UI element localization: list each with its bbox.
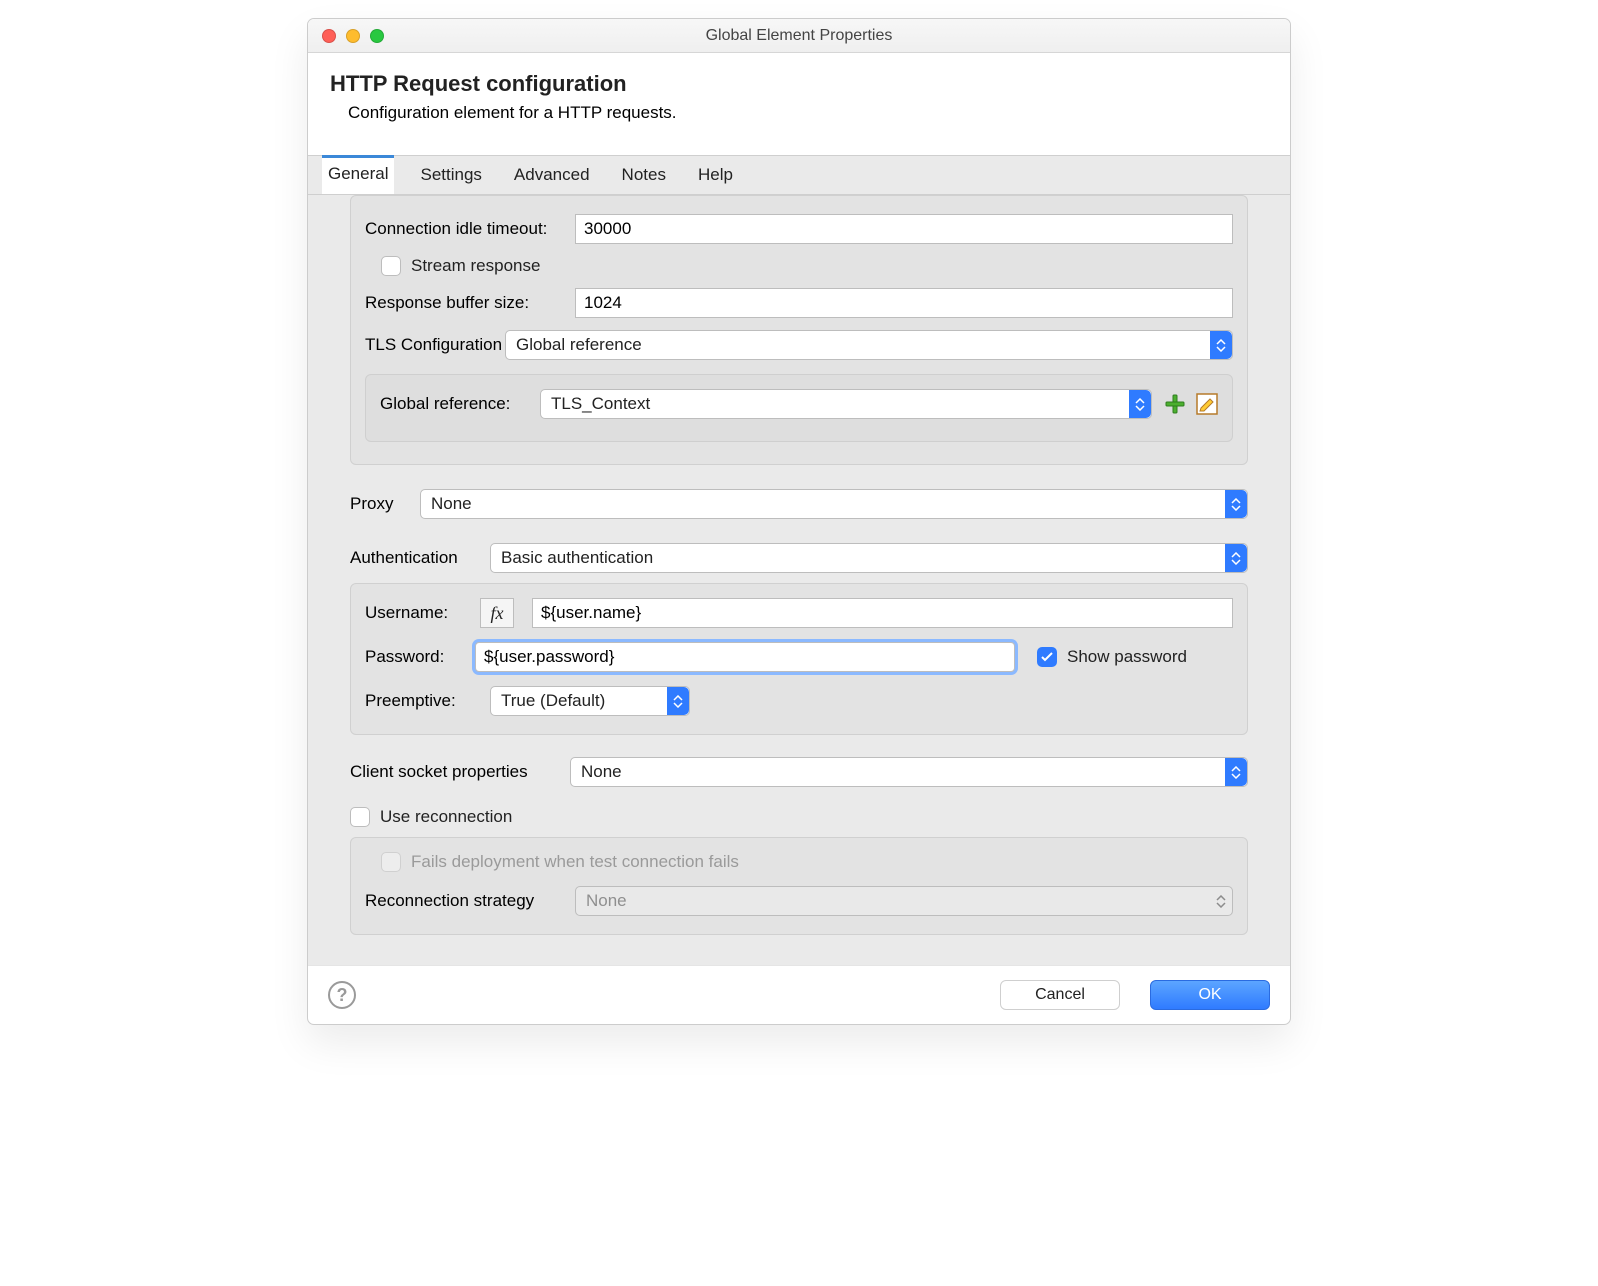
tls-configuration-value: Global reference <box>516 335 642 355</box>
tab-bar: General Settings Advanced Notes Help <box>308 155 1290 195</box>
tab-general[interactable]: General <box>322 155 394 194</box>
authentication-select[interactable]: Basic authentication <box>490 543 1248 573</box>
tab-settings[interactable]: Settings <box>414 156 487 194</box>
tab-notes[interactable]: Notes <box>616 156 672 194</box>
fails-deployment-checkbox <box>381 852 401 872</box>
proxy-select[interactable]: None <box>420 489 1248 519</box>
connection-group: Connection idle timeout: Stream response… <box>350 195 1248 465</box>
edit-icon[interactable] <box>1196 393 1218 415</box>
preemptive-value: True (Default) <box>501 691 605 711</box>
reconnection-strategy-label: Reconnection strategy <box>365 891 575 911</box>
preemptive-select[interactable]: True (Default) <box>490 686 690 716</box>
client-socket-properties-select[interactable]: None <box>570 757 1248 787</box>
chevron-updown-icon <box>1225 758 1247 786</box>
tab-panel-general: Connection idle timeout: Stream response… <box>308 195 1290 965</box>
global-reference-label: Global reference: <box>380 394 540 414</box>
dialog-window: Global Element Properties HTTP Request c… <box>307 18 1291 1025</box>
proxy-value: None <box>431 494 472 514</box>
response-buffer-size-label: Response buffer size: <box>365 293 575 313</box>
authentication-group: Username: fx Password: Show password Pre… <box>350 583 1248 735</box>
global-reference-value: TLS_Context <box>551 394 650 414</box>
global-reference-group: Global reference: TLS_Context <box>365 374 1233 442</box>
titlebar: Global Element Properties <box>308 19 1290 53</box>
chevron-updown-icon <box>667 687 689 715</box>
chevron-updown-icon <box>1225 490 1247 518</box>
dialog-header: HTTP Request configuration Configuration… <box>308 53 1290 155</box>
proxy-label: Proxy <box>350 494 420 514</box>
show-password-checkbox[interactable] <box>1037 647 1057 667</box>
tls-configuration-select[interactable]: Global reference <box>505 330 1233 360</box>
reconnection-group: Fails deployment when test connection fa… <box>350 837 1248 935</box>
tab-help[interactable]: Help <box>692 156 739 194</box>
reconnection-strategy-value: None <box>586 891 627 911</box>
reconnection-strategy-select: None <box>575 886 1233 916</box>
username-input[interactable] <box>532 598 1233 628</box>
stream-response-checkbox[interactable] <box>381 256 401 276</box>
stream-response-label: Stream response <box>411 256 540 276</box>
chevron-updown-icon <box>1129 390 1151 418</box>
authentication-label: Authentication <box>350 548 490 568</box>
fx-button[interactable]: fx <box>480 598 514 628</box>
window-title: Global Element Properties <box>308 27 1290 45</box>
username-label: Username: <box>365 603 480 623</box>
connection-idle-timeout-input[interactable] <box>575 214 1233 244</box>
connection-idle-timeout-label: Connection idle timeout: <box>365 219 575 239</box>
help-icon[interactable]: ? <box>328 981 356 1009</box>
chevron-updown-icon <box>1225 544 1247 572</box>
tab-advanced[interactable]: Advanced <box>508 156 596 194</box>
cancel-button[interactable]: Cancel <box>1000 980 1120 1010</box>
chevron-updown-icon <box>1210 887 1232 915</box>
authentication-value: Basic authentication <box>501 548 653 568</box>
dialog-footer: ? Cancel OK <box>308 965 1290 1024</box>
dialog-title: HTTP Request configuration <box>330 71 1268 97</box>
use-reconnection-label: Use reconnection <box>380 807 512 827</box>
fails-deployment-label: Fails deployment when test connection fa… <box>411 852 739 872</box>
global-reference-select[interactable]: TLS_Context <box>540 389 1152 419</box>
preemptive-label: Preemptive: <box>365 691 490 711</box>
use-reconnection-checkbox[interactable] <box>350 807 370 827</box>
response-buffer-size-input[interactable] <box>575 288 1233 318</box>
show-password-label: Show password <box>1067 647 1187 667</box>
client-socket-properties-value: None <box>581 762 622 782</box>
password-input[interactable] <box>475 642 1015 672</box>
dialog-subtitle: Configuration element for a HTTP request… <box>348 103 1268 123</box>
client-socket-properties-label: Client socket properties <box>350 762 570 782</box>
tls-configuration-label: TLS Configuration <box>365 335 505 355</box>
ok-button[interactable]: OK <box>1150 980 1270 1010</box>
password-label: Password: <box>365 647 475 667</box>
chevron-updown-icon <box>1210 331 1232 359</box>
add-icon[interactable] <box>1164 393 1186 415</box>
